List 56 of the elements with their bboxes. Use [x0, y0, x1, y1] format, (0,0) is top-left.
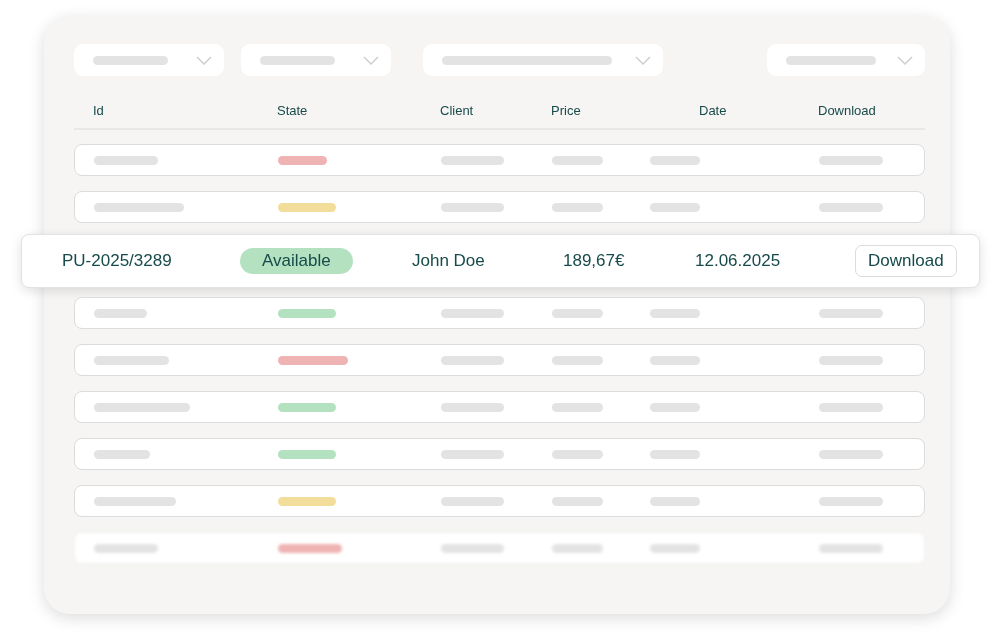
placeholder-bar [650, 449, 700, 459]
column-header: State [277, 103, 309, 118]
caret-icon [897, 55, 913, 65]
column-header: Download [818, 103, 877, 118]
placeholder-bar [819, 543, 883, 553]
placeholder-bar [552, 308, 603, 318]
placeholder-bar [650, 355, 700, 365]
status-pill: Available [240, 248, 353, 274]
placeholder-bar [94, 449, 150, 459]
filter-dropdown[interactable] [74, 44, 224, 76]
placeholder-bar [552, 355, 603, 365]
placeholder-bar [819, 155, 883, 165]
placeholder-bar [441, 202, 504, 212]
column-header: Client [440, 103, 475, 118]
placeholder-bar [441, 402, 504, 412]
placeholder-bar [819, 202, 883, 212]
placeholder-bar [819, 449, 883, 459]
placeholder-bar [650, 496, 700, 506]
column-header: Price [551, 103, 582, 118]
placeholder-bar [441, 543, 504, 553]
invoice-id: PU-2025/3289 [62, 251, 173, 271]
placeholder-bar [441, 308, 504, 318]
placeholder-bar [650, 155, 700, 165]
filter-dropdown[interactable] [767, 44, 925, 76]
placeholder-bar [819, 402, 883, 412]
placeholder-bar [819, 355, 883, 365]
placeholder-bar [552, 202, 603, 212]
placeholder-bar [650, 308, 700, 318]
placeholder-bar [552, 543, 603, 553]
client-name: John Doe [412, 251, 486, 271]
column-header: Id [93, 103, 105, 118]
column-header: Date [699, 103, 728, 118]
caret-icon [635, 55, 651, 65]
placeholder-bar [650, 402, 700, 412]
caret-icon [363, 55, 379, 65]
filter-dropdown[interactable] [241, 44, 391, 76]
placeholder-bar [441, 355, 504, 365]
filter-dropdown[interactable] [423, 44, 663, 76]
placeholder-bar [650, 202, 700, 212]
placeholder-bar [819, 308, 883, 318]
placeholder-bar [94, 543, 158, 553]
placeholder-bar [441, 155, 504, 165]
placeholder-bar [819, 496, 883, 506]
caret-icon [196, 55, 212, 65]
placeholder-bar [441, 496, 504, 506]
placeholder-bar [94, 308, 147, 318]
placeholder-bar [441, 449, 504, 459]
date: 12.06.2025 [695, 251, 782, 271]
price: 189,67€ [563, 251, 626, 271]
placeholder-bar [552, 449, 603, 459]
placeholder-bar [552, 496, 603, 506]
placeholder-bar [650, 543, 700, 553]
download-button[interactable]: Download [855, 245, 957, 277]
placeholder-bar [94, 155, 158, 165]
placeholder-bar [552, 402, 603, 412]
placeholder-bar [552, 155, 603, 165]
